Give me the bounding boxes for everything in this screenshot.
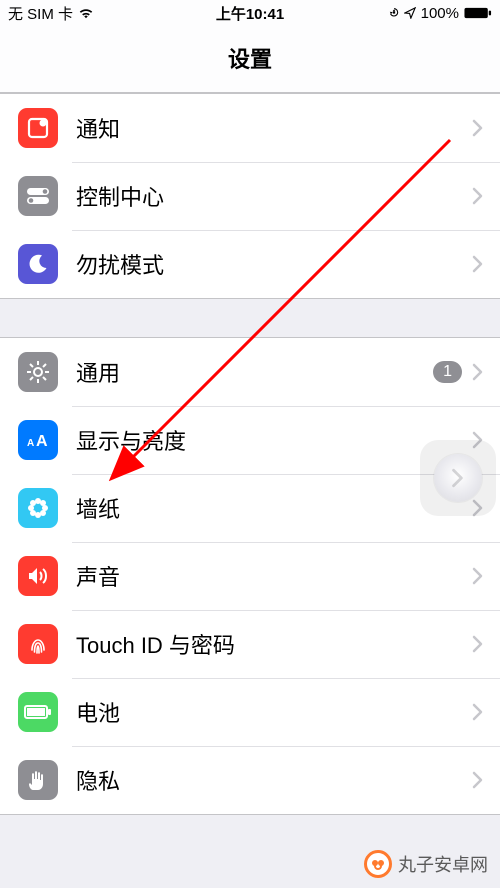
chevron-right-icon (472, 635, 484, 653)
row-label: Touch ID 与密码 (76, 628, 472, 660)
toggles-icon (18, 176, 58, 216)
chevron-right-icon (472, 567, 484, 585)
row-label: 通知 (76, 112, 472, 144)
row-privacy[interactable]: 隐私 (0, 746, 500, 814)
row-label: 勿扰模式 (76, 248, 472, 280)
row-dnd[interactable]: 勿扰模式 (0, 230, 500, 298)
orientation-lock-icon (389, 7, 399, 19)
chevron-right-icon (472, 363, 484, 381)
chevron-right-icon (472, 119, 484, 137)
watermark-logo-icon (364, 850, 392, 878)
watermark: 丸子安卓网 (364, 850, 488, 878)
row-label: 隐私 (76, 764, 472, 796)
row-label: 通用 (76, 356, 433, 388)
watermark-text: 丸子安卓网 (398, 851, 488, 877)
row-general[interactable]: 通用 1 (0, 338, 500, 406)
fingerprint-icon (18, 624, 58, 664)
status-bar: 无 SIM 卡 上午10:41 100% (0, 0, 500, 26)
badge-count: 1 (433, 361, 462, 383)
settings-group-2: 通用 1 AA 显示与亮度 墙纸 声音 Touch ID 与密码 电池 (0, 337, 500, 815)
moon-icon (18, 244, 58, 284)
battery-icon (464, 7, 492, 19)
settings-group-1: 通知 控制中心 勿扰模式 (0, 93, 500, 299)
row-label: 墙纸 (76, 492, 472, 524)
row-sound[interactable]: 声音 (0, 542, 500, 610)
gear-icon (18, 352, 58, 392)
svg-text:A: A (36, 433, 48, 450)
hand-icon (18, 760, 58, 800)
row-label: 电池 (76, 696, 472, 728)
speaker-icon (18, 556, 58, 596)
page-title: 设置 (0, 26, 500, 93)
chevron-right-icon (472, 771, 484, 789)
row-control-center[interactable]: 控制中心 (0, 162, 500, 230)
notifications-icon (18, 108, 58, 148)
row-touchid[interactable]: Touch ID 与密码 (0, 610, 500, 678)
chevron-right-icon (472, 255, 484, 273)
wifi-icon (78, 7, 94, 19)
chevron-right-icon (472, 703, 484, 721)
battery-pct: 100% (421, 5, 459, 22)
row-label: 显示与亮度 (76, 424, 472, 456)
location-icon (404, 7, 416, 19)
svg-text:A: A (27, 438, 34, 449)
chevron-right-icon (472, 187, 484, 205)
battery-icon (18, 692, 58, 732)
row-label: 控制中心 (76, 180, 472, 212)
row-battery[interactable]: 电池 (0, 678, 500, 746)
carrier-text: 无 SIM 卡 (8, 3, 73, 24)
row-label: 声音 (76, 560, 472, 592)
assistive-touch-button[interactable] (420, 440, 496, 516)
assistive-touch-inner (434, 454, 482, 502)
flower-icon (18, 488, 58, 528)
row-notifications[interactable]: 通知 (0, 94, 500, 162)
text-size-icon: AA (18, 420, 58, 460)
